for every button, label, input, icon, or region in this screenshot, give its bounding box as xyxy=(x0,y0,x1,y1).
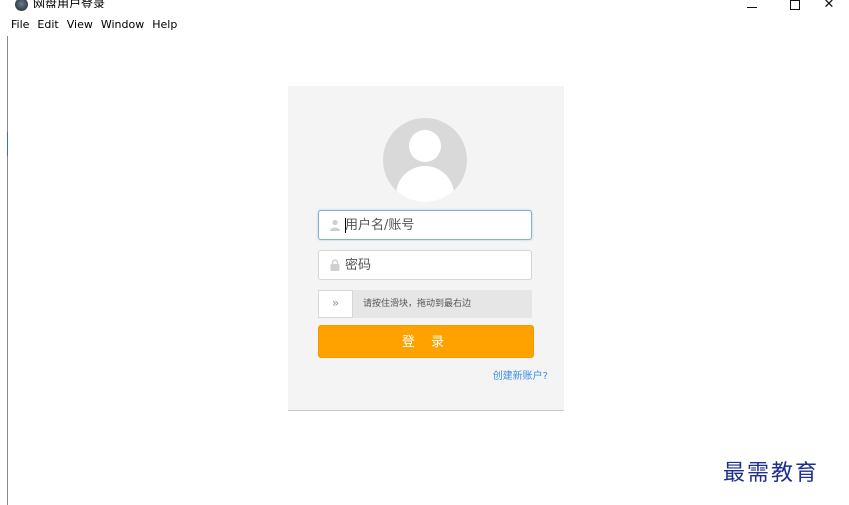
watermark: 最需教育 xyxy=(723,461,820,486)
maximize-icon xyxy=(790,0,800,10)
slider-handle[interactable]: » xyxy=(318,290,353,318)
login-button[interactable]: 登 录 xyxy=(318,325,534,358)
menu-file[interactable]: File xyxy=(11,16,29,34)
window-title: 网盘用户登录 xyxy=(33,0,106,8)
username-input[interactable] xyxy=(345,215,525,235)
avatar xyxy=(383,118,467,202)
menu-view[interactable]: View xyxy=(67,16,93,34)
user-icon xyxy=(330,219,340,231)
window-left-border xyxy=(7,36,8,505)
minimize-button[interactable] xyxy=(742,0,762,13)
close-button[interactable]: ✕ xyxy=(819,0,839,13)
avatar-user-icon xyxy=(409,130,441,162)
title-bar[interactable]: 网盘用户登录 ✕ xyxy=(0,0,849,14)
password-field[interactable] xyxy=(318,250,532,280)
avatar-user-icon-body xyxy=(396,166,454,202)
double-chevron-right-icon: » xyxy=(331,296,340,310)
lock-icon xyxy=(330,259,340,271)
close-icon: ✕ xyxy=(823,0,835,12)
menu-help[interactable]: Help xyxy=(152,16,177,34)
app-logo-icon xyxy=(15,0,28,11)
window-left-border-accent xyxy=(7,132,8,156)
minimize-icon xyxy=(747,7,757,8)
username-field[interactable] xyxy=(318,210,532,240)
login-card: » 请按住滑块，拖动到最右边 登 录 创建新账户? xyxy=(288,86,564,411)
menu-window[interactable]: Window xyxy=(101,16,144,34)
password-input[interactable] xyxy=(345,255,525,275)
text-caret xyxy=(345,218,346,233)
maximize-button[interactable] xyxy=(785,0,805,13)
slide-verify: » 请按住滑块，拖动到最右边 xyxy=(318,290,532,318)
menu-bar: File Edit View Window Help xyxy=(0,16,177,34)
app-window: 网盘用户登录 ✕ File Edit View Window Help 用户名/… xyxy=(0,0,849,505)
menu-edit[interactable]: Edit xyxy=(37,16,58,34)
slider-hint: 请按住滑块，拖动到最右边 xyxy=(363,299,472,309)
create-account-link[interactable]: 创建新账户? xyxy=(493,367,548,382)
